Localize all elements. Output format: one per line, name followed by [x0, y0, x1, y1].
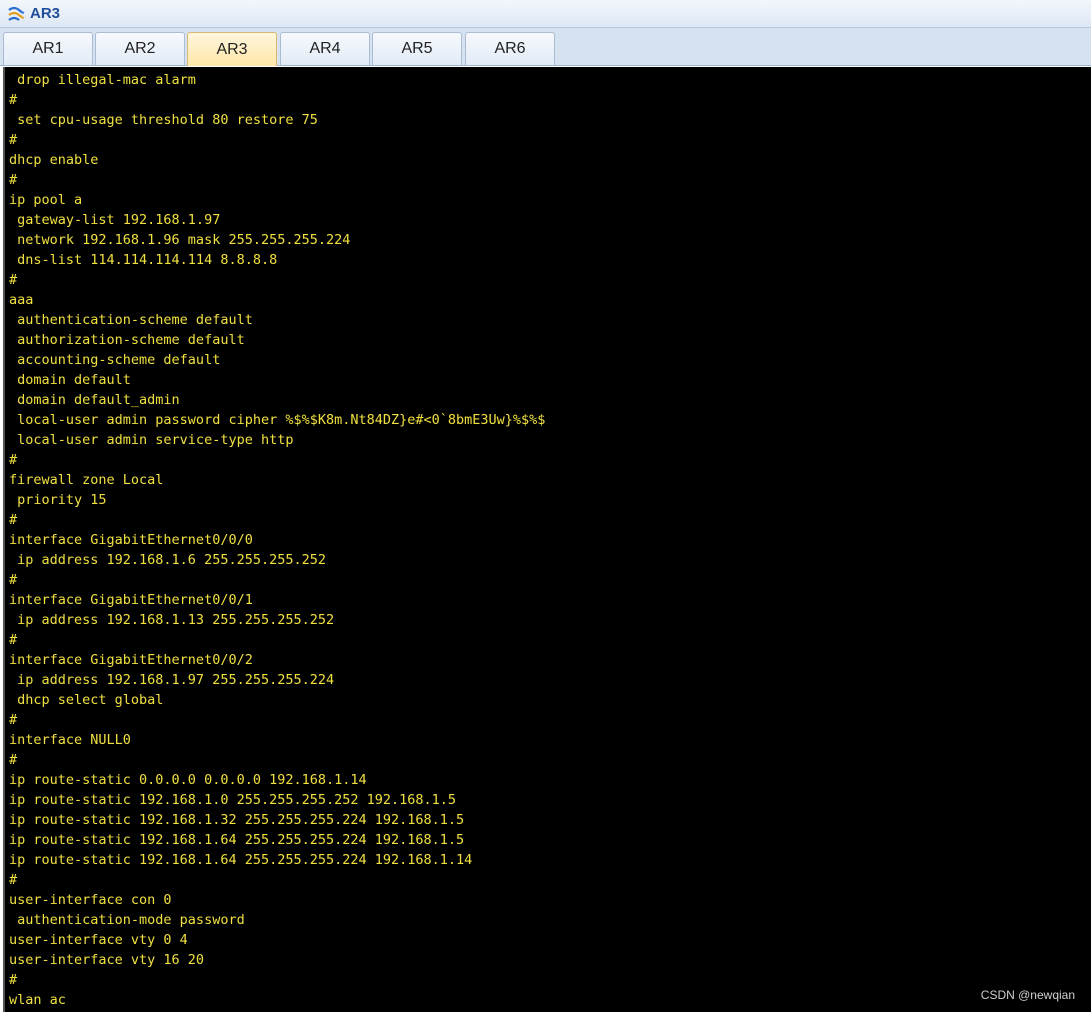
terminal-line: interface NULL0: [9, 732, 131, 748]
terminal-line: dhcp select global: [9, 692, 164, 708]
tab-ar3[interactable]: AR3: [187, 32, 277, 66]
terminal-line: ip route-static 192.168.1.0 255.255.255.…: [9, 792, 457, 808]
terminal-line: ip address 192.168.1.13 255.255.255.252: [9, 612, 335, 628]
terminal-line: ip route-static 0.0.0.0 0.0.0.0 192.168.…: [9, 772, 367, 788]
tab-ar2[interactable]: AR2: [95, 32, 185, 65]
terminal-line: #: [9, 632, 18, 648]
tab-ar4[interactable]: AR4: [280, 32, 370, 65]
terminal-line: user-interface con 0: [9, 892, 172, 908]
terminal-line: #: [9, 172, 18, 188]
terminal-line: dns-list 114.114.114.114 8.8.8.8: [9, 252, 278, 268]
terminal-line: #: [9, 752, 18, 768]
terminal-line: #: [9, 92, 18, 108]
tab-ar5[interactable]: AR5: [372, 32, 462, 65]
terminal-line: #: [9, 452, 18, 468]
terminal-line: #: [9, 972, 18, 988]
terminal-line: user-interface vty 16 20: [9, 952, 205, 968]
terminal-line: domain default_admin: [9, 392, 180, 408]
terminal-line: priority 15: [9, 492, 107, 508]
terminal-line: #: [9, 132, 18, 148]
watermark: CSDN @newqian: [980, 988, 1075, 1002]
terminal-line: authentication-scheme default: [9, 312, 253, 328]
terminal-line: authorization-scheme default: [9, 332, 245, 348]
terminal-line: accounting-scheme default: [9, 352, 221, 368]
terminal-line: wlan ac: [9, 992, 66, 1008]
terminal-line: #: [9, 512, 18, 528]
terminal-line: #: [9, 572, 18, 588]
terminal-line: ip route-static 192.168.1.64 255.255.255…: [9, 832, 465, 848]
terminal-line: domain default: [9, 372, 131, 388]
terminal-line: set cpu-usage threshold 80 restore 75: [9, 112, 318, 128]
router-app-icon: [6, 4, 26, 24]
terminal-line: drop illegal-mac alarm: [9, 72, 196, 88]
terminal-line: authentication-mode password: [9, 912, 245, 928]
terminal-line: local-user admin password cipher %$%$K8m…: [9, 412, 546, 428]
terminal-line: interface GigabitEthernet0/0/2: [9, 652, 253, 668]
terminal-line: ip pool a: [9, 192, 83, 208]
terminal-line: dhcp enable: [9, 152, 99, 168]
terminal-line: ip address 192.168.1.6 255.255.255.252: [9, 552, 326, 568]
terminal-line: aaa: [9, 292, 34, 308]
terminal-line: local-user admin service-type http: [9, 432, 294, 448]
terminal-line: ip address 192.168.1.97 255.255.255.224: [9, 672, 335, 688]
terminal-line: ip route-static 192.168.1.32 255.255.255…: [9, 812, 465, 828]
device-tab-bar: AR1 AR2 AR3 AR4 AR5 AR6: [0, 28, 1091, 66]
terminal-line: user-interface vty 0 4: [9, 932, 188, 948]
terminal-line: #: [9, 272, 18, 288]
tab-ar1[interactable]: AR1: [3, 32, 93, 65]
terminal-line: gateway-list 192.168.1.97: [9, 212, 221, 228]
tab-ar6[interactable]: AR6: [465, 32, 555, 65]
terminal-output: drop illegal-mac alarm # set cpu-usage th…: [9, 70, 545, 1010]
terminal-line: ip route-static 192.168.1.64 255.255.255…: [9, 852, 473, 868]
terminal-line: interface GigabitEthernet0/0/0: [9, 532, 253, 548]
terminal-line: network 192.168.1.96 mask 255.255.255.22…: [9, 232, 351, 248]
console-terminal[interactable]: drop illegal-mac alarm # set cpu-usage th…: [3, 67, 1091, 1012]
terminal-line: #: [9, 712, 18, 728]
terminal-line: interface GigabitEthernet0/0/1: [9, 592, 253, 608]
window-title: AR3: [30, 5, 61, 22]
terminal-line: #: [9, 872, 18, 888]
title-bar: AR3: [0, 0, 1091, 28]
terminal-line: firewall zone Local: [9, 472, 164, 488]
